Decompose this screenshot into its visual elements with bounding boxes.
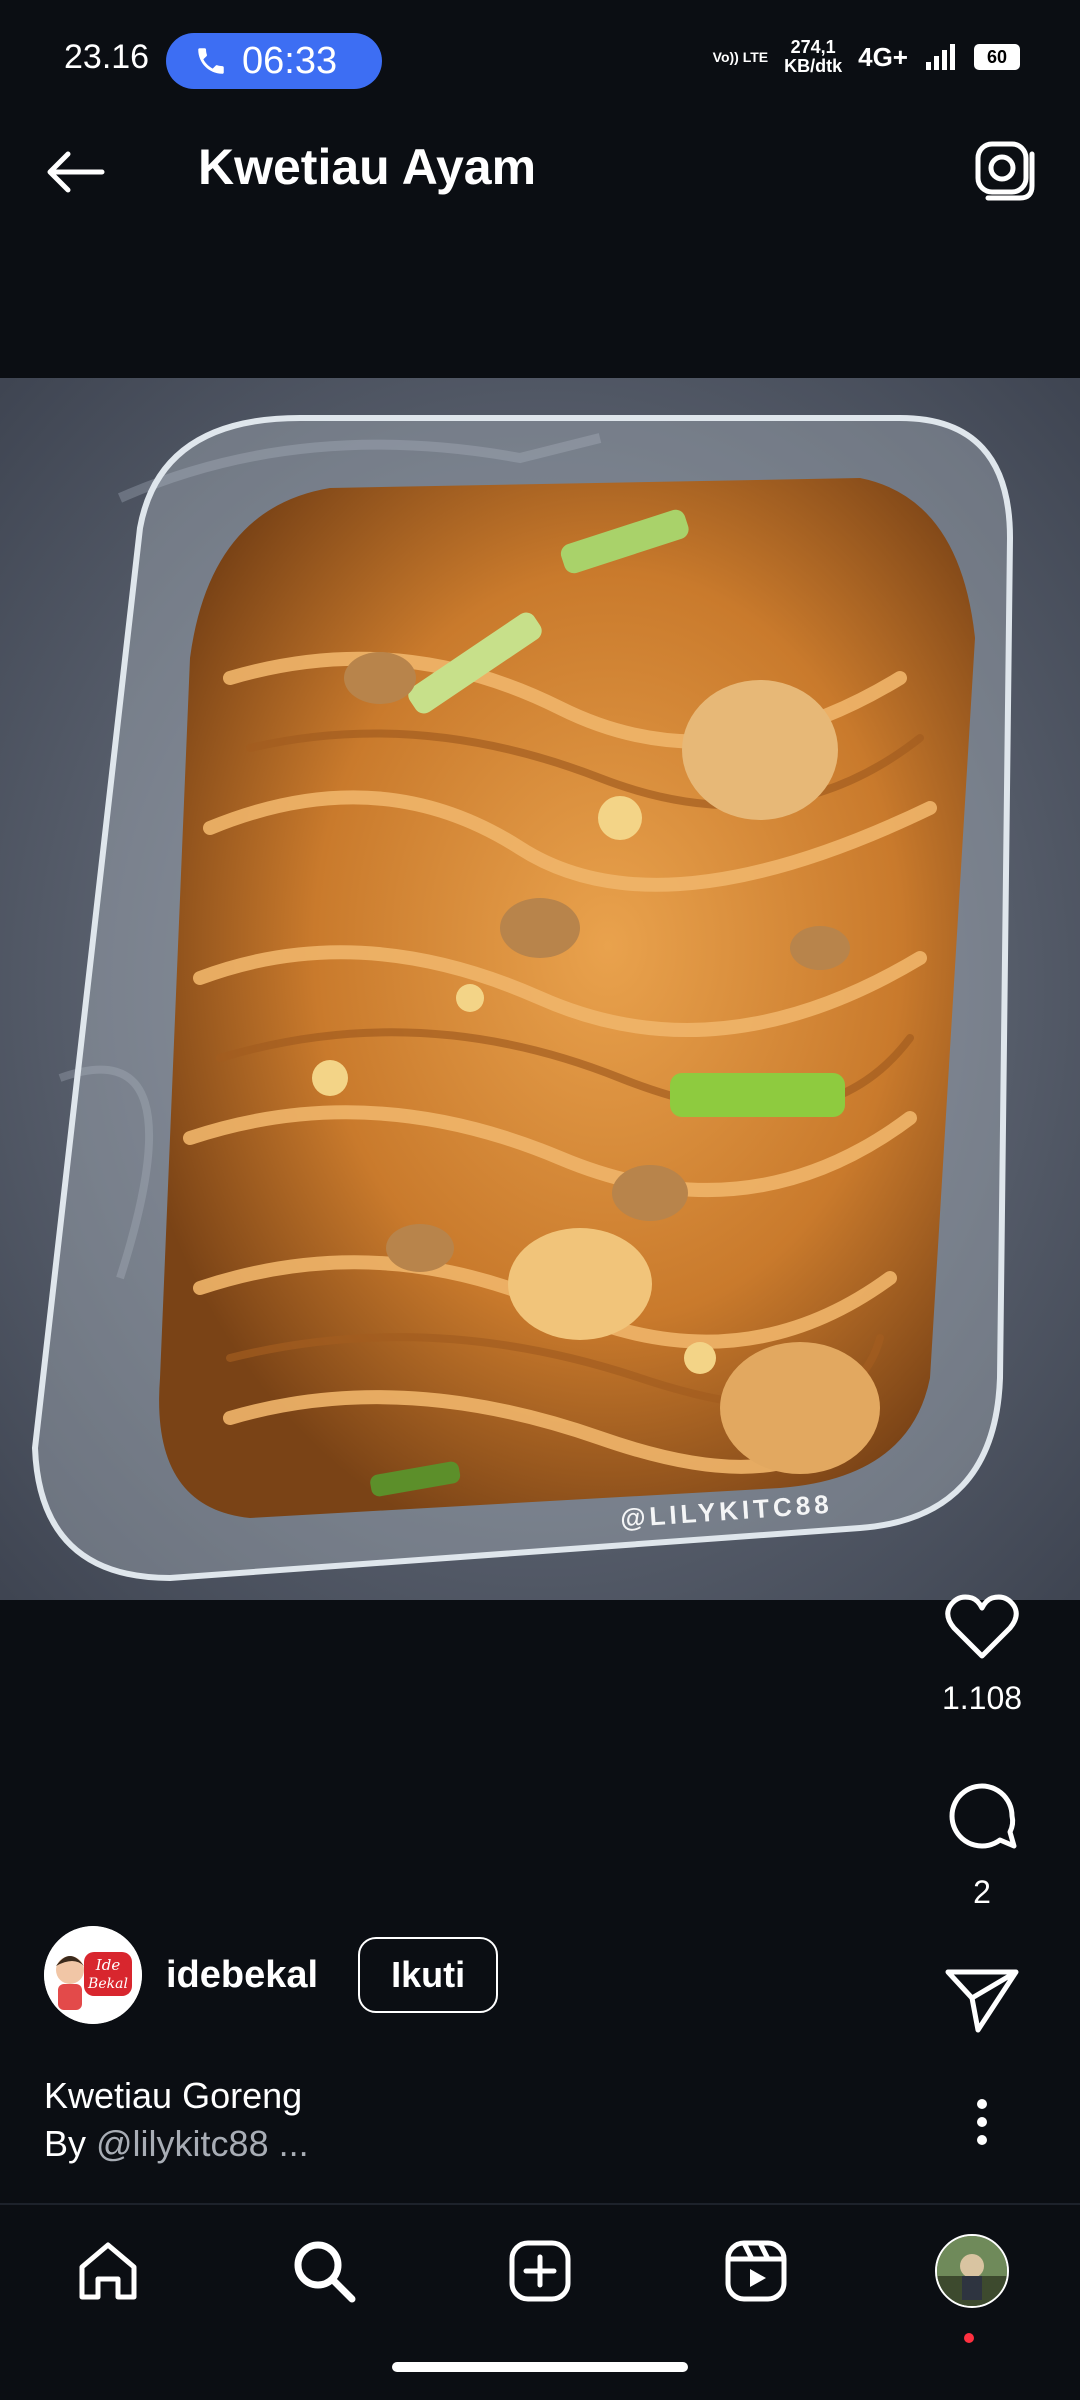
data-rate: 274,1 KB/dtk: [784, 38, 842, 76]
signal-icon: [926, 44, 955, 70]
plus-square-icon: [509, 2240, 571, 2302]
caption-byline: By @lilykitc88 ...: [44, 2120, 309, 2168]
nav-profile[interactable]: [934, 2233, 1010, 2343]
comment-count[interactable]: 2: [973, 1874, 991, 1911]
profile-avatar: [935, 2234, 1009, 2308]
author-username[interactable]: idebekal: [166, 1954, 318, 1997]
volte-indicator: Vo)) LTE: [712, 48, 769, 65]
data-rate-value: 274,1: [790, 37, 836, 57]
heart-icon[interactable]: [942, 1590, 1022, 1662]
nav-search[interactable]: [286, 2233, 362, 2309]
search-icon: [294, 2241, 356, 2303]
like-count[interactable]: 1.108: [942, 1680, 1022, 1717]
like-action[interactable]: 1.108: [912, 1590, 1052, 1717]
caption-by: By: [44, 2123, 97, 2164]
back-button[interactable]: [40, 136, 112, 208]
more-options-button[interactable]: [954, 2094, 1010, 2150]
caption-more[interactable]: ...: [269, 2123, 309, 2164]
svg-text:Bekal: Bekal: [87, 1976, 128, 1992]
caption-title: Kwetiau Goreng: [44, 2075, 303, 2116]
status-time: 23.16: [64, 38, 150, 76]
nav-home[interactable]: [70, 2233, 146, 2309]
svg-text:Ide: Ide: [95, 1956, 121, 1974]
status-indicators: Vo)) LTE 274,1 KB/dtk 4G+ 60: [713, 38, 1020, 76]
call-timer: 06:33: [242, 39, 338, 82]
battery-indicator: 60: [974, 44, 1020, 70]
phone-icon: [198, 48, 224, 74]
app-header: Kwetiau Ayam: [0, 100, 1080, 240]
home-indicator[interactable]: [392, 2362, 688, 2372]
ide-bekal-logo: Ide Bekal: [44, 1926, 142, 2024]
profile-photo: [937, 2236, 1007, 2306]
camera-button[interactable]: [968, 134, 1040, 206]
network-type: 4G+: [858, 41, 908, 72]
author-avatar[interactable]: Ide Bekal: [44, 1926, 142, 2024]
home-icon: [79, 2242, 137, 2300]
bottom-nav: [0, 2205, 1080, 2343]
food-photo: [0, 378, 1080, 1600]
status-bar: 23.16 06:33 Vo)) LTE 274,1 KB/dtk 4G+ 60: [0, 0, 1080, 100]
ongoing-call-pill[interactable]: 06:33: [166, 33, 382, 89]
reels-icon: [725, 2240, 787, 2302]
follow-button[interactable]: Ikuti: [358, 1937, 499, 2013]
comment-action[interactable]: 2: [912, 1776, 1052, 1911]
profile-notification-dot: [964, 2333, 974, 2343]
post-caption[interactable]: Kwetiau Goreng By @lilykitc88 ...: [44, 2072, 309, 2168]
comment-icon[interactable]: [942, 1776, 1022, 1856]
data-rate-unit: KB/dtk: [784, 56, 843, 76]
more-vertical-icon: [977, 2099, 987, 2145]
post-image[interactable]: @LILYKITC88: [0, 378, 1080, 1600]
camera-icon: [975, 141, 1035, 201]
nav-create[interactable]: [502, 2233, 578, 2309]
caption-handle[interactable]: @lilykitc88: [96, 2123, 269, 2164]
author-row: Ide Bekal idebekal Ikuti: [44, 1926, 499, 2024]
arrow-left-icon: [47, 151, 105, 193]
send-icon[interactable]: [942, 1964, 1022, 2034]
page-title: Kwetiau Ayam: [198, 139, 537, 195]
share-action[interactable]: [912, 1964, 1052, 2034]
nav-reels[interactable]: [718, 2233, 794, 2309]
